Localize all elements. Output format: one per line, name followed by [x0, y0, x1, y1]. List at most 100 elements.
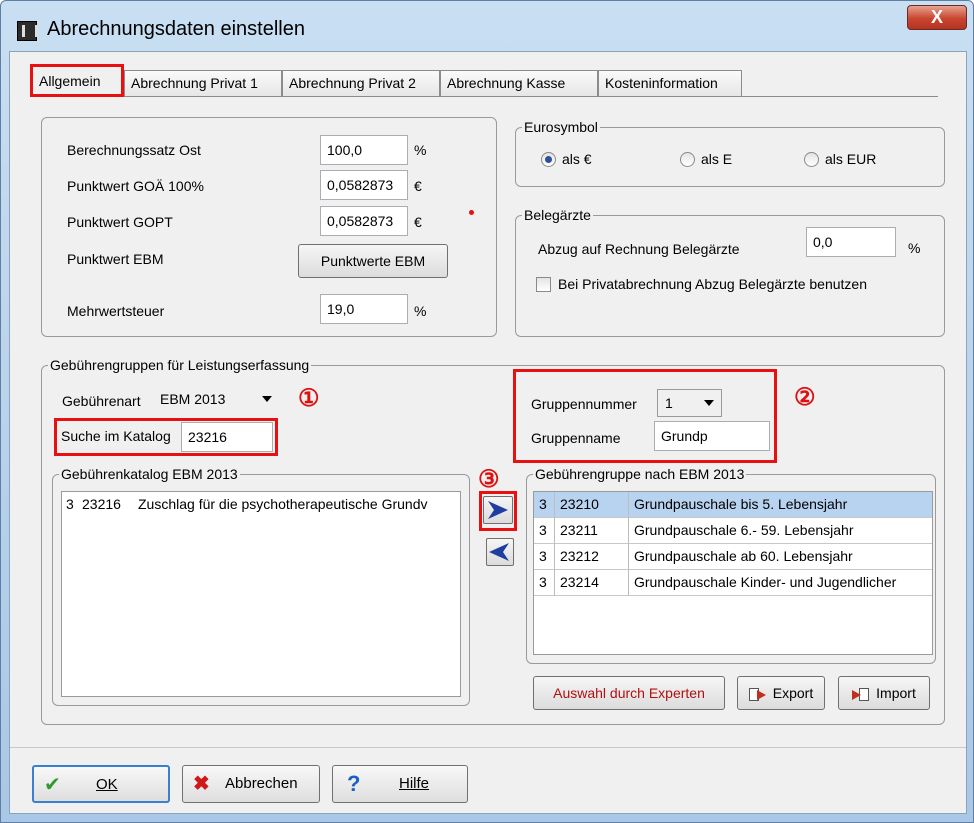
- tab-abrechnung-privat-1[interactable]: Abrechnung Privat 1: [124, 70, 282, 96]
- tab-abrechnung-privat-2[interactable]: Abrechnung Privat 2: [282, 70, 440, 96]
- punktwert-goae-input[interactable]: 0,0582873: [320, 170, 408, 200]
- punktwert-gopt-unit: €: [414, 214, 422, 230]
- import-label: Import: [876, 685, 916, 701]
- gebuehrenart-label: Gebührenart: [62, 393, 141, 409]
- checkmark-icon: ✔: [44, 774, 61, 796]
- radio-als-euro-sign[interactable]: [541, 152, 556, 167]
- export-icon: [748, 687, 767, 702]
- dialog-client-area: Allgemein Abrechnung Privat 1 Abrechnung…: [9, 51, 967, 814]
- app-icon: [17, 21, 38, 41]
- close-button[interactable]: X: [907, 5, 967, 30]
- gebuehrenart-value: EBM 2013: [160, 391, 226, 407]
- help-icon: ?: [347, 771, 361, 796]
- gruppenname-input[interactable]: Grundp: [654, 421, 770, 451]
- punktwert-gopt-input[interactable]: 0,0582873: [320, 206, 408, 236]
- cross-icon: ✖: [193, 773, 210, 795]
- belegaerzte-checkbox[interactable]: [536, 277, 551, 292]
- gruppe-row-col3: Grundpauschale ab 60. Lebensjahr: [634, 548, 853, 564]
- chevron-down-icon: [262, 396, 272, 402]
- window-title: Abrechnungsdaten einstellen: [47, 18, 305, 40]
- katalog-row-col2: 23216: [82, 496, 121, 512]
- settings-panel: Berechnungssatz Ost 100,0 % Punktwert GO…: [41, 117, 497, 337]
- tab-allgemein[interactable]: Allgemein: [30, 64, 124, 97]
- abzug-unit: %: [908, 240, 921, 256]
- abzug-input[interactable]: 0,0: [806, 227, 896, 257]
- gruppe-group: Gebührengruppe nach EBM 2013 3 23210 Gru…: [526, 466, 936, 664]
- marker-3: ③: [478, 464, 500, 493]
- radio-als-e[interactable]: [680, 152, 695, 167]
- tab-divider: [30, 96, 938, 97]
- mwst-input[interactable]: 19,0: [320, 294, 408, 324]
- gruppe-row-col1: 3: [539, 548, 547, 564]
- punktwert-gopt-label: Punktwert GOPT: [67, 214, 173, 230]
- ok-button[interactable]: ✔ OK: [32, 765, 170, 803]
- red-dot: [469, 210, 474, 215]
- berechnungssatz-unit: %: [414, 142, 427, 158]
- gebuehrengruppen-legend: Gebührengruppen für Leistungserfassung: [48, 357, 312, 373]
- auswahl-experten-button[interactable]: Auswahl durch Experten: [533, 676, 725, 710]
- hilfe-label: Hilfe: [399, 775, 430, 792]
- gruppe-row-col2: 23214: [560, 574, 599, 590]
- gebuehrenart-select[interactable]: EBM 2013: [152, 387, 278, 413]
- gruppe-row[interactable]: 3 23211 Grundpauschale 6.- 59. Lebensjah…: [534, 518, 932, 544]
- gruppe-row[interactable]: 3 23210 Grundpauschale bis 5. Lebensjahr: [534, 492, 932, 518]
- hilfe-button[interactable]: ? Hilfe: [332, 765, 468, 803]
- katalog-group: Gebührenkatalog EBM 2013 3 23216 Zuschla…: [52, 466, 470, 706]
- punktwert-goae-unit: €: [414, 178, 422, 194]
- gruppe-row-col2: 23212: [560, 548, 599, 564]
- gruppe-row-col3: Grundpauschale bis 5. Lebensjahr: [634, 496, 848, 512]
- import-button[interactable]: Import: [838, 676, 930, 710]
- export-button[interactable]: Export: [737, 676, 825, 710]
- suche-label: Suche im Katalog: [61, 428, 171, 444]
- radio-als-eur-label: als EUR: [825, 151, 877, 167]
- gruppe-row[interactable]: 3 23214 Grundpauschale Kinder- und Jugen…: [534, 570, 932, 596]
- arrow-right-icon: [488, 501, 508, 519]
- tab-kosteninformation[interactable]: Kosteninformation: [598, 70, 742, 96]
- gruppe-row-col1: 3: [539, 496, 547, 512]
- punktwert-ebm-label: Punktwert EBM: [67, 251, 164, 267]
- mwst-label: Mehrwertsteuer: [67, 303, 165, 319]
- ok-label: OK: [96, 776, 118, 793]
- katalog-legend: Gebührenkatalog EBM 2013: [59, 466, 240, 482]
- gruppe-row-col1: 3: [539, 574, 547, 590]
- gruppe-row-col2: 23211: [560, 522, 598, 538]
- katalog-list[interactable]: 3 23216 Zuschlag für die psychotherapeut…: [61, 491, 461, 697]
- gruppe-list[interactable]: 3 23210 Grundpauschale bis 5. Lebensjahr…: [533, 491, 933, 655]
- dialog-window: Abrechnungsdaten einstellen X Allgemein …: [0, 0, 974, 823]
- berechnungssatz-label: Berechnungssatz Ost: [67, 142, 201, 158]
- abbrechen-button[interactable]: ✖ Abbrechen: [182, 765, 320, 803]
- export-label: Export: [772, 685, 814, 701]
- radio-als-euro-sign-label: als €: [562, 151, 592, 167]
- gruppe-row-col1: 3: [539, 522, 547, 538]
- punktwert-goae-label: Punktwert GOÄ 100%: [67, 178, 204, 194]
- gruppennummer-select[interactable]: 1: [657, 389, 722, 417]
- title-bar[interactable]: Abrechnungsdaten einstellen X: [1, 1, 973, 51]
- eurosymbol-legend: Eurosymbol: [522, 119, 600, 135]
- belegaerzte-checkbox-label: Bei Privatabrechnung Abzug Belegärzte be…: [558, 276, 867, 292]
- add-to-group-button[interactable]: [483, 496, 513, 524]
- gruppenname-label: Gruppenname: [531, 430, 621, 446]
- gruppe-row-col2: 23210: [560, 496, 599, 512]
- katalog-row[interactable]: 3 23216 Zuschlag für die psychotherapeut…: [62, 492, 460, 518]
- marker-1: ①: [298, 383, 320, 412]
- radio-als-e-label: als E: [701, 151, 733, 167]
- import-icon: [852, 687, 870, 702]
- tab-abrechnung-kasse[interactable]: Abrechnung Kasse: [440, 70, 598, 96]
- punktwerte-ebm-button[interactable]: Punktwerte EBM: [298, 244, 448, 278]
- gruppe-row-col3: Grundpauschale 6.- 59. Lebensjahr: [634, 522, 854, 538]
- radio-als-eur[interactable]: [804, 152, 819, 167]
- mwst-unit: %: [414, 303, 427, 319]
- gebuehrengruppen-group: Gebührengruppen für Leistungserfassung G…: [41, 357, 945, 725]
- eurosymbol-group: Eurosymbol als € als E als EUR: [515, 119, 945, 187]
- katalog-row-col3: Zuschlag für die psychotherapeutische Gr…: [138, 496, 428, 512]
- abbrechen-label: Abbrechen: [225, 775, 298, 792]
- katalog-row-col1: 3: [66, 496, 74, 512]
- berechnungssatz-input[interactable]: 100,0: [320, 135, 408, 165]
- belegaerzte-legend: Belegärzte: [522, 207, 593, 223]
- gruppennummer-label: Gruppennummer: [531, 396, 637, 412]
- belegaerzte-group: Belegärzte Abzug auf Rechnung Belegärzte…: [515, 207, 945, 337]
- remove-from-group-button[interactable]: [486, 538, 514, 566]
- suche-input[interactable]: 23216: [181, 422, 273, 452]
- abzug-label: Abzug auf Rechnung Belegärzte: [538, 241, 740, 257]
- gruppe-row[interactable]: 3 23212 Grundpauschale ab 60. Lebensjahr: [534, 544, 932, 570]
